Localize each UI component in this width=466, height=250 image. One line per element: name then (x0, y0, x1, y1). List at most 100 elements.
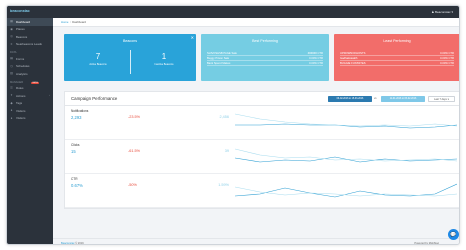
metric-change: -23.5% (128, 115, 141, 119)
metric-previous: 39 (224, 149, 229, 153)
chevron-right-icon: › (49, 94, 50, 98)
sidebar: beaconstac ▦ Dashboard ◉ Places ◎ Beacon… (7, 6, 53, 244)
campaign-name: Buggy Prison Sale (207, 56, 230, 60)
places-icon: ◉ (10, 26, 13, 31)
sidebar-item-label: Visitors (16, 108, 26, 113)
card-divider (130, 50, 131, 74)
list-item[interactable]: BUGGIE FUNSSTES 0.00% CTR (340, 61, 454, 66)
least-performing-card: Least Performing UPDOWNOKHOSTS 0.00% CTR… (334, 34, 459, 81)
footer: Beaconstac © 2016 Powered by MobStac (53, 238, 459, 245)
analytics-icon: ▥ (10, 71, 13, 76)
section-label: MANAGER (10, 80, 24, 84)
breadcrumb: Home / Dashboard (53, 18, 459, 27)
active-beacons[interactable]: 7 Active Beacons (68, 52, 128, 67)
sidebar-item-tags[interactable]: ◆ Tags (7, 100, 53, 108)
inactive-beacons-label: Inactive Beacons (154, 63, 174, 66)
sidebar-item-label: Schedules (16, 64, 30, 69)
sidebar-item-schedules[interactable]: ◷ Schedules (7, 63, 53, 71)
list-item[interactable]: Bank Spend Makes 0.00% CTR (207, 61, 323, 66)
least-performing-list: UPDOWNOKHOSTS 0.00% CTR Gadhakstealth 0.… (340, 51, 454, 66)
card-title: Best Performing (252, 39, 278, 43)
app-window: beaconstac ▦ Dashboard ◉ Places ◎ Beacon… (6, 5, 460, 245)
campaign-ctr: 0.00% CTR (440, 56, 454, 60)
schedules-icon: ◷ (10, 63, 13, 68)
compare-label: vs (374, 96, 377, 100)
footer-powered-by: Powered by MobStac (414, 241, 439, 245)
best-performing-card: Best Performing SHIVOSHSB PAGE Sale ####… (201, 34, 329, 81)
sparkline-ctr (235, 183, 457, 198)
metric-value: 15 (71, 149, 76, 154)
sidebar-item-label: Beacons (16, 34, 28, 39)
top-bar: ♟ Beaconstac ▾ (53, 6, 459, 18)
sidebar-item-visitors[interactable]: ● Visitors (7, 107, 53, 115)
dashboard-icon: ▦ (10, 19, 13, 24)
visitors-icon: ● (10, 108, 13, 113)
date-range-compare[interactable]: 11-01-2016 to 05-02-2016 (381, 96, 425, 102)
metric-row-ctr: CTR 0.67% -50% 1.59% (65, 174, 459, 208)
best-performing-list: SHIVOSHSB PAGE Sale ###### CTR Buggy Pri… (207, 51, 323, 66)
sidebar-item-forms[interactable]: ▤ Forms (7, 55, 53, 63)
close-icon[interactable]: ✕ (191, 35, 194, 40)
panel-title: Campaign Performance (71, 96, 118, 101)
active-beacons-label: Active Beacons (89, 63, 107, 66)
campaign-name: Gadhakstealth (340, 56, 358, 60)
copyright-text: © 2016 (75, 241, 84, 245)
panel-header: Campaign Performance 06-02-2016 to 15-03… (65, 92, 459, 106)
sidebar-item-beacons[interactable]: ◎ Beacons (7, 33, 53, 41)
sidebar-item-places[interactable]: ◉ Places (7, 26, 53, 34)
campaign-ctr: 0.00% CTR (309, 56, 323, 60)
metric-previous: 1.59% (218, 183, 229, 187)
card-title: Beacons (123, 39, 137, 43)
range-select[interactable]: Last 7 days ▾ (428, 96, 455, 102)
metric-change: -61.5% (128, 149, 141, 153)
app-logo[interactable]: beaconstac (7, 6, 53, 18)
campaign-performance-panel: Campaign Performance 06-02-2016 to 15-03… (64, 91, 459, 209)
inactive-beacons[interactable]: 1 Inactive Beacons (134, 52, 194, 67)
campaign-name: BUGGIE FUNSSTES (340, 61, 366, 65)
sidebar-item-label: Analytics (16, 71, 28, 76)
sparkline-notifications (235, 113, 457, 129)
sidebar-item-label: Nearbeacons Leads (16, 42, 42, 47)
user-menu[interactable]: ♟ Beaconstac ▾ (431, 10, 453, 14)
campaign-ctr: ###### CTR (307, 51, 323, 55)
sidebar-item-label: Dashboard (16, 19, 31, 24)
metric-value: 2,293 (71, 115, 82, 120)
sidebar-item-leads[interactable]: ≡ Nearbeacons Leads (7, 41, 53, 49)
campaign-name: UPDOWNOKHOSTS (340, 51, 366, 55)
sidebar-item-rules[interactable]: ☰ Rules (7, 85, 53, 93)
campaign-ctr: 0.00% CTR (440, 51, 454, 55)
rules-icon: ☰ (10, 85, 13, 90)
sidebar-item-dashboard[interactable]: ▦ Dashboard (7, 18, 53, 26)
sparkline-current (235, 123, 457, 129)
metric-name: Notifications (71, 109, 89, 113)
breadcrumb-current: Dashboard (72, 20, 86, 24)
chat-icon[interactable]: 💬 (448, 229, 459, 240)
breadcrumb-separator: / (69, 20, 71, 24)
campaign-name: SHIVOSHSB PAGE Sale (207, 51, 237, 55)
metric-row-notifications: Notifications 2,293 -23.5% 2,456 (65, 106, 459, 140)
beta-badge: BETA (31, 81, 40, 84)
card-title: Least Performing (383, 39, 411, 43)
breadcrumb-home[interactable]: Home (61, 20, 68, 24)
sidebar-item-label: Actions (16, 93, 26, 98)
beacons-card: ✕ Beacons 7 Active Beacons 1 Inactive Be… (64, 34, 196, 81)
sidebar-item-actions[interactable]: ✦ Actions › (7, 92, 53, 100)
active-beacons-count: 7 (95, 52, 101, 61)
metric-name: CTR (71, 177, 78, 181)
tags-icon: ◆ (10, 100, 13, 105)
sidebar-item-label: Visitors (16, 116, 26, 121)
sidebar-section-manager: MANAGER BETA (7, 78, 53, 85)
inactive-beacons-count: 1 (161, 52, 167, 61)
metric-change: -50% (128, 183, 137, 187)
campaign-ctr: 0.00% CTR (440, 61, 454, 65)
leads-icon: ≡ (10, 41, 13, 46)
sidebar-item-analytics[interactable]: ▥ Analytics (7, 70, 53, 78)
sidebar-item-visitors-2[interactable]: ● Visitors (7, 115, 53, 123)
footer-brand-link[interactable]: Beaconstac (61, 242, 75, 245)
sidebar-item-label: Forms (16, 56, 25, 61)
metric-name: Clicks (71, 143, 80, 147)
beacon-icon: ◎ (10, 34, 13, 39)
date-range-primary[interactable]: 06-02-2016 to 15-03-2016 (328, 96, 372, 102)
sidebar-section-data: DATA (10, 51, 17, 54)
actions-icon: ✦ (10, 93, 13, 98)
